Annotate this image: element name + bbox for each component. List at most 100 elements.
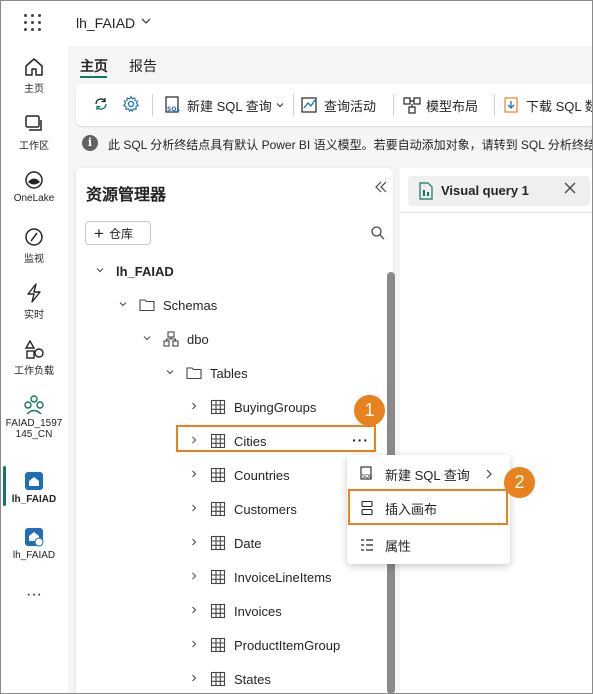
collapse-panel-icon[interactable] — [374, 180, 388, 198]
svg-text:SQL: SQL — [167, 106, 180, 113]
table-name: BuyingGroups — [234, 399, 317, 415]
table-row[interactable]: InvoiceLineItems — [188, 567, 332, 587]
download-sql-button[interactable]: 下载 SQL 数 — [502, 95, 593, 115]
sql-endpoint-icon — [25, 528, 44, 547]
close-icon[interactable] — [563, 181, 577, 199]
table-icon — [210, 399, 226, 415]
folder-icon — [186, 366, 202, 380]
new-sql-query-button[interactable]: SQL 新建 SQL 查询 — [163, 95, 289, 115]
sql-query-icon: SQL — [165, 96, 180, 113]
highlight-cities — [176, 425, 376, 452]
search-icon[interactable] — [370, 225, 386, 244]
add-warehouse-button[interactable]: + 仓库 — [85, 221, 151, 245]
settings-icon[interactable] — [122, 95, 144, 113]
rail-label: FAIAD_1597 — [5, 418, 63, 429]
home-icon — [25, 58, 43, 76]
rail-item-home[interactable]: 主页 — [0, 56, 68, 95]
chevron-down-icon[interactable] — [140, 15, 152, 30]
table-name: InvoiceLineItems — [234, 569, 332, 585]
tree-item-lakehouse[interactable]: lh_FAIAD — [94, 261, 174, 281]
rail-item-realtime[interactable]: 实时 — [0, 282, 68, 321]
banner-text: 此 SQL 分析终结点具有默认 Power BI 语义模型。若要自动添加对象，请… — [108, 138, 593, 152]
rail-item-workspaces[interactable]: 工作区 — [0, 113, 68, 152]
table-icon — [210, 501, 226, 517]
properties-icon — [361, 539, 373, 551]
table-row[interactable]: Countries — [188, 465, 290, 485]
tab-report[interactable]: 报告 — [129, 56, 157, 76]
chevron-right-icon[interactable] — [188, 605, 200, 618]
step-badge-1: 1 — [354, 395, 385, 426]
tree-item-tables[interactable]: Tables — [164, 363, 248, 383]
rail-item-sql-endpoint[interactable]: lh_FAIAD — [0, 526, 68, 561]
realtime-icon — [27, 283, 41, 303]
query-canvas[interactable] — [400, 168, 593, 694]
app-launcher-icon[interactable] — [24, 14, 42, 32]
chevron-down-icon[interactable] — [164, 367, 176, 380]
download-icon — [504, 97, 518, 113]
chevron-down-icon[interactable] — [94, 265, 106, 278]
chevron-down-icon[interactable] — [117, 299, 129, 312]
rail-item-workspace[interactable]: FAIAD_1597 145_CN — [0, 394, 68, 440]
table-row[interactable]: Invoices — [188, 601, 282, 621]
rail-label: 主页 — [24, 84, 44, 95]
table-icon — [210, 535, 226, 551]
table-row[interactable]: BuyingGroups — [188, 397, 316, 417]
rail-label: 监视 — [24, 254, 44, 265]
rail-item-monitor[interactable]: 监视 — [0, 226, 68, 265]
tree-item-schemas[interactable]: Schemas — [117, 295, 217, 315]
table-name: Invoices — [234, 603, 282, 619]
table-name: ProductItemGroup — [234, 637, 341, 653]
tree-item-dbo[interactable]: dbo — [141, 329, 209, 349]
table-name: Customers — [234, 501, 297, 517]
lakehouse-icon — [25, 472, 43, 490]
plus-icon: + — [94, 223, 104, 243]
rail-label: 工作区 — [19, 141, 49, 152]
onelake-icon — [25, 171, 43, 189]
menu-item-properties[interactable]: 属性 — [359, 535, 411, 555]
table-row[interactable]: States — [188, 669, 271, 689]
rail-label: 145_CN — [15, 429, 53, 440]
step-badge-2: 2 — [504, 467, 535, 498]
ribbon-divider — [152, 94, 153, 116]
chevron-down-icon[interactable] — [141, 333, 153, 346]
chevron-right-icon[interactable] — [188, 639, 200, 652]
rail-label: 实时 — [24, 310, 44, 321]
chevron-right-icon — [486, 469, 492, 479]
chevron-right-icon[interactable] — [188, 401, 200, 414]
more-icon[interactable]: ··· — [0, 586, 68, 604]
visual-query-icon — [418, 182, 434, 203]
chevron-right-icon[interactable] — [188, 571, 200, 584]
chevron-right-icon[interactable] — [188, 503, 200, 516]
table-row[interactable]: ProductItemGroup — [188, 635, 340, 655]
workspace-people-icon — [24, 395, 44, 415]
rail-label: 工作负载 — [14, 366, 54, 377]
rail-item-onelake[interactable]: OneLake — [0, 169, 68, 204]
refresh-icon[interactable] — [92, 95, 114, 113]
workspace-title[interactable]: lh_FAIAD — [76, 15, 135, 31]
folder-icon — [139, 298, 155, 312]
model-layout-icon — [403, 97, 421, 114]
chevron-right-icon[interactable] — [188, 469, 200, 482]
rail-label: lh_FAIAD — [11, 494, 57, 505]
table-icon — [210, 603, 226, 619]
table-name: States — [234, 671, 271, 687]
model-layout-button[interactable]: 模型布局 — [402, 95, 478, 115]
explorer-title: 资源管理器 — [86, 187, 167, 204]
table-row[interactable]: Date — [188, 533, 261, 553]
monitor-icon — [25, 228, 43, 246]
workloads-icon — [24, 339, 44, 359]
chevron-right-icon[interactable] — [188, 673, 200, 686]
top-bar: lh_FAIAD — [0, 0, 593, 46]
table-row[interactable]: Customers — [188, 499, 297, 519]
tab-home[interactable]: 主页 — [80, 56, 108, 76]
rail-item-workloads[interactable]: 工作负载 — [0, 338, 68, 377]
menu-item-new-sql-query[interactable]: SQL 新建 SQL 查询 — [359, 464, 504, 484]
query-activity-button[interactable]: 查询活动 — [300, 95, 376, 115]
highlight-insert-canvas — [348, 489, 508, 525]
chevron-right-icon[interactable] — [188, 537, 200, 550]
rail-item-lakehouse-active[interactable]: lh_FAIAD — [0, 470, 68, 505]
info-icon: i — [82, 135, 98, 151]
ribbon-divider — [393, 94, 394, 116]
table-icon — [210, 569, 226, 585]
schema-icon — [163, 331, 179, 347]
